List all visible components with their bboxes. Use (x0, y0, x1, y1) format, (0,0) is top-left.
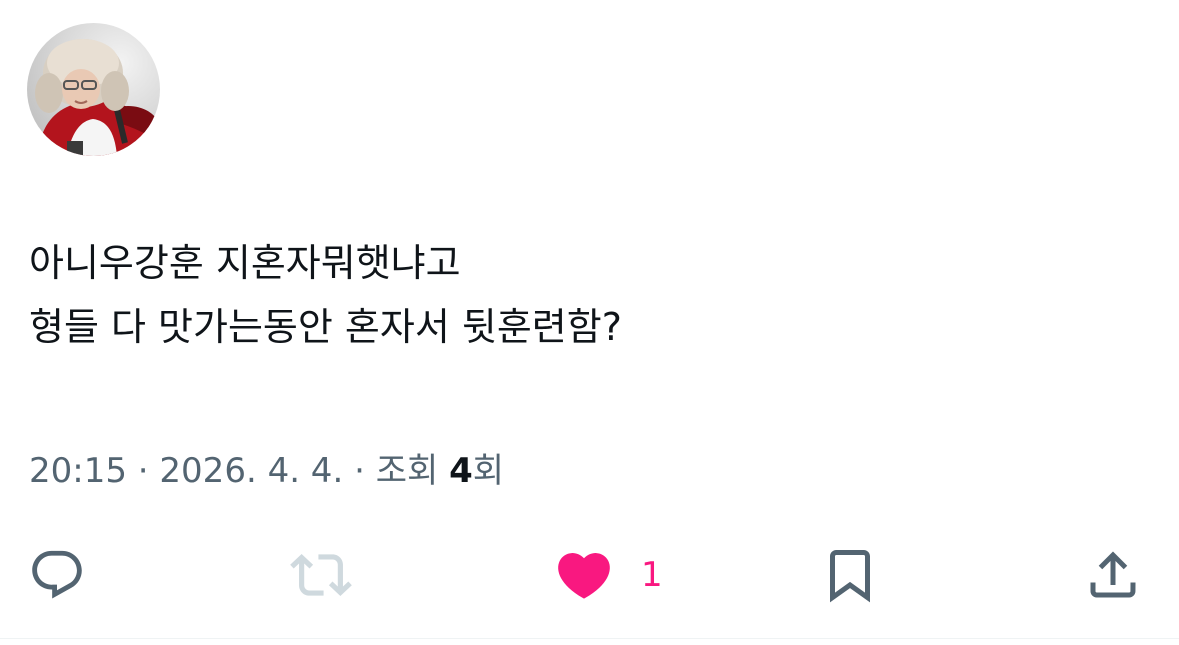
reply-button[interactable] (28, 540, 86, 610)
bookmark-button[interactable] (820, 540, 880, 610)
tweet-date[interactable]: 2026. 4. 4. (159, 451, 343, 491)
tweet-meta: 20:15 · 2026. 4. 4. · 조회 4회 (29, 447, 504, 495)
views-label: 조회 (375, 451, 439, 491)
retweet-button[interactable] (290, 540, 352, 610)
like-button[interactable]: 1 (553, 540, 663, 610)
views-suffix: 회 (472, 451, 505, 491)
tweet-actions: 1 (0, 540, 1179, 610)
views-count: 4 (449, 451, 473, 491)
tweet-text-line: 형들 다 맛가는동안 혼자서 뒷훈련함? (29, 305, 622, 349)
share-button[interactable] (1083, 540, 1143, 610)
avatar[interactable] (27, 23, 160, 156)
meta-separator: · (137, 451, 149, 491)
user-avatar-photo-icon (35, 39, 160, 156)
meta-separator: · (354, 451, 365, 491)
tweet-time[interactable]: 20:15 (29, 451, 127, 491)
divider (0, 638, 1179, 639)
like-count: 1 (641, 555, 663, 595)
reply-icon (32, 550, 82, 599)
tweet-text: 아니우강훈 지혼자뭐햇냐고 형들 다 맛가는동안 혼자서 뒷훈련함? (29, 231, 1129, 359)
heart-icon (558, 553, 610, 599)
retweet-icon (290, 554, 352, 596)
bookmark-icon (830, 550, 870, 603)
share-icon (1090, 551, 1136, 598)
tweet-text-line: 아니우강훈 지혼자뭐햇냐고 (29, 241, 461, 285)
